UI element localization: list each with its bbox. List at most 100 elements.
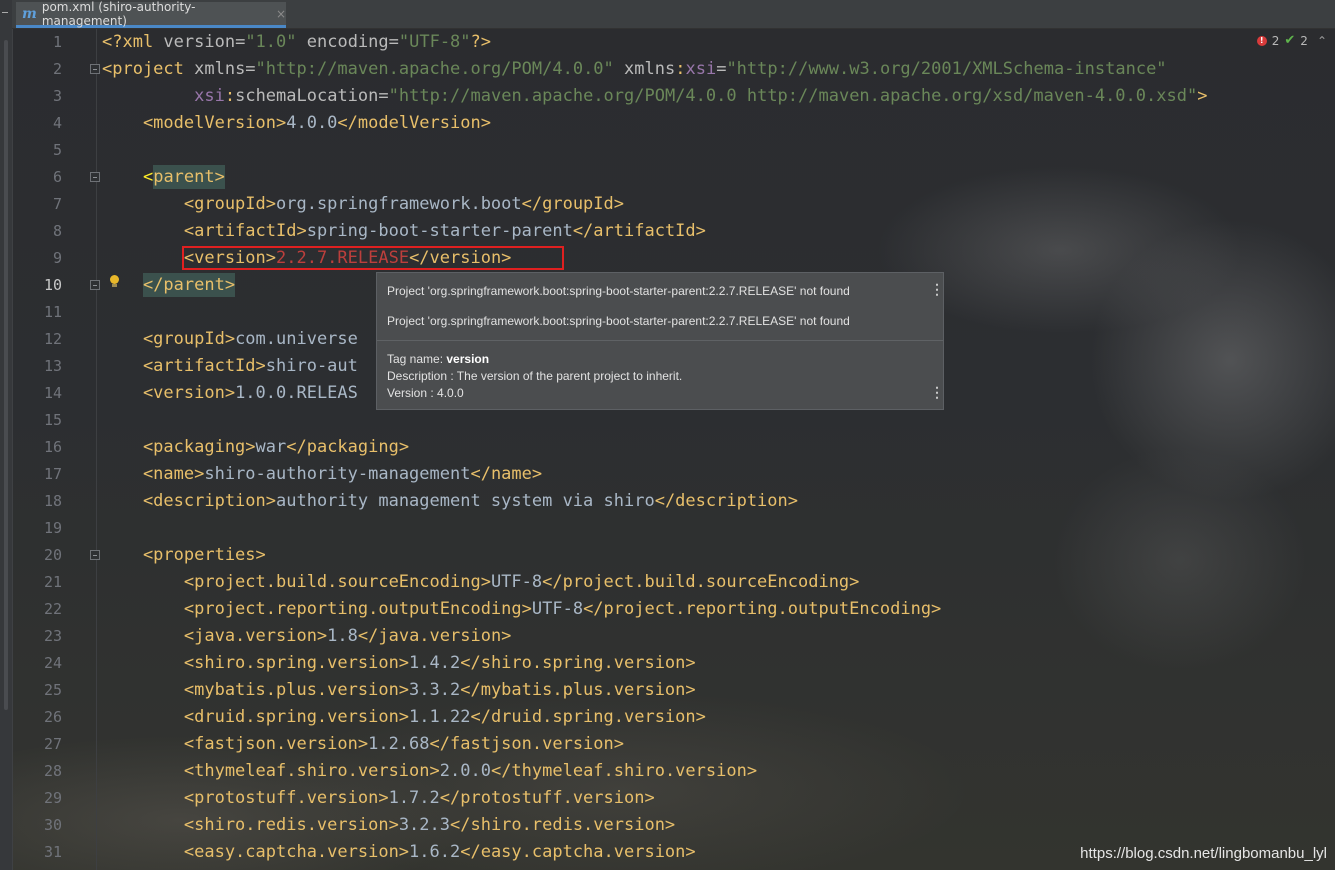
- more-vertical-icon[interactable]: ⋮: [930, 283, 934, 295]
- code-token: org.springframework.boot: [276, 194, 522, 214]
- line-number: 7: [12, 191, 62, 218]
- code-token: 4.0.0: [286, 113, 337, 133]
- line-number: 11: [12, 299, 62, 326]
- line-number: 18: [12, 488, 62, 515]
- code-token: <artifactId>: [102, 356, 266, 376]
- code-line[interactable]: <project xmlns="http://maven.apache.org/…: [102, 56, 1207, 83]
- code-token: spring-boot-starter-parent: [307, 221, 573, 241]
- line-number: 6: [12, 164, 62, 191]
- code-line[interactable]: <packaging>war</packaging>: [102, 434, 1207, 461]
- code-line[interactable]: <description>authority management system…: [102, 488, 1207, 515]
- code-token: <name>: [102, 464, 204, 484]
- error-icon: !: [1257, 36, 1267, 46]
- code-token: =: [716, 59, 726, 79]
- code-token: [614, 59, 624, 79]
- line-number: 30: [12, 812, 62, 839]
- line-number: 16: [12, 434, 62, 461]
- close-icon[interactable]: ×: [276, 7, 286, 21]
- line-number: 22: [12, 596, 62, 623]
- fold-marker-icon[interactable]: [90, 64, 100, 74]
- code-line[interactable]: [102, 137, 1207, 164]
- code-token: </protostuff.version>: [440, 788, 655, 808]
- code-line[interactable]: <modelVersion>4.0.0</modelVersion>: [102, 110, 1207, 137]
- line-number: 4: [12, 110, 62, 137]
- line-number: 17: [12, 461, 62, 488]
- code-token: <protostuff.version>: [102, 788, 389, 808]
- editor-tab-bar: m pom.xml (shiro-authority-management) ×: [12, 0, 1335, 29]
- fold-marker-icon[interactable]: [90, 172, 100, 182]
- code-line[interactable]: xsi:schemaLocation="http://maven.apache.…: [102, 83, 1207, 110]
- code-token: <version>: [102, 383, 235, 403]
- left-scrollbar[interactable]: [4, 40, 8, 710]
- chevron-up-icon[interactable]: ⌃: [1317, 34, 1327, 48]
- code-token: "http://www.w3.org/2001/XMLSchema-instan…: [726, 59, 1166, 79]
- code-line[interactable]: <druid.spring.version>1.1.22</druid.spri…: [102, 704, 1207, 731]
- code-token: [102, 275, 143, 295]
- code-token: </packaging>: [286, 437, 409, 457]
- fold-marker-icon[interactable]: [90, 280, 100, 290]
- code-token: <artifactId>: [102, 221, 307, 241]
- code-token: <project.build.sourceEncoding>: [102, 572, 491, 592]
- code-line[interactable]: <thymeleaf.shiro.version>2.0.0</thymelea…: [102, 758, 1207, 785]
- line-number: 13: [12, 353, 62, 380]
- code-token: ?>: [471, 32, 491, 52]
- line-number: 8: [12, 218, 62, 245]
- code-token: <shiro.spring.version>: [102, 653, 409, 673]
- code-token: </name>: [470, 464, 542, 484]
- code-line[interactable]: <shiro.redis.version>3.2.3</shiro.redis.…: [102, 812, 1207, 839]
- code-token: 1.7.2: [389, 788, 440, 808]
- code-line[interactable]: <properties>: [102, 542, 1207, 569]
- code-line[interactable]: <easy.captcha.version>1.6.2</easy.captch…: [102, 839, 1207, 866]
- line-number: 27: [12, 731, 62, 758]
- line-number-gutter[interactable]: 1234567891011121314151617181920212223242…: [12, 29, 97, 870]
- line-number: 10: [12, 272, 62, 299]
- tooltip-version: Version : 4.0.0: [387, 386, 464, 400]
- line-number: 9: [12, 245, 62, 272]
- code-line[interactable]: <groupId>org.springframework.boot</group…: [102, 191, 1207, 218]
- code-line[interactable]: <fastjson.version>1.2.68</fastjson.versi…: [102, 731, 1207, 758]
- code-token: war: [256, 437, 287, 457]
- code-line[interactable]: <parent>: [102, 164, 1207, 191]
- code-token: "http://maven.apache.org/POM/4.0.0 http:…: [389, 86, 1198, 106]
- code-line[interactable]: <mybatis.plus.version>3.3.2</mybatis.plu…: [102, 677, 1207, 704]
- code-line[interactable]: [102, 407, 1207, 434]
- code-token: <druid.spring.version>: [102, 707, 409, 727]
- line-number: 3: [12, 83, 62, 110]
- check-count: 2: [1300, 34, 1308, 48]
- code-editor[interactable]: <?xml version="1.0" encoding="UTF-8"?><p…: [102, 29, 1207, 866]
- code-token: :: [225, 86, 235, 106]
- code-line[interactable]: <project.build.sourceEncoding>UTF-8</pro…: [102, 569, 1207, 596]
- line-number: 1: [12, 29, 62, 56]
- code-line[interactable]: <name>shiro-authority-management</name>: [102, 461, 1207, 488]
- fold-marker-icon[interactable]: [90, 550, 100, 560]
- code-line[interactable]: <?xml version="1.0" encoding="UTF-8"?>: [102, 29, 1207, 56]
- code-token: shiro-authority-management: [204, 464, 470, 484]
- code-line[interactable]: <protostuff.version>1.7.2</protostuff.ve…: [102, 785, 1207, 812]
- code-token: <fastjson.version>: [102, 734, 368, 754]
- more-vertical-icon[interactable]: ⋮: [930, 386, 934, 398]
- code-token: version=: [163, 32, 245, 52]
- tooltip-tag-name: Tag name: version: [387, 352, 489, 366]
- code-line[interactable]: <project.reporting.outputEncoding>UTF-8<…: [102, 596, 1207, 623]
- strip-minus-mark: [2, 12, 8, 13]
- code-line[interactable]: <shiro.spring.version>1.4.2</shiro.sprin…: [102, 650, 1207, 677]
- code-token: <easy.captcha.version>: [102, 842, 409, 862]
- line-number: 14: [12, 380, 62, 407]
- line-number: 25: [12, 677, 62, 704]
- line-number: 2: [12, 56, 62, 83]
- code-token: </modelVersion>: [337, 113, 491, 133]
- inspection-widget[interactable]: ! 2 ✔ 2 ⌃: [1257, 33, 1327, 48]
- line-number: 23: [12, 623, 62, 650]
- code-line[interactable]: [102, 515, 1207, 542]
- code-line[interactable]: <java.version>1.8</java.version>: [102, 623, 1207, 650]
- code-token: 3.2.3: [399, 815, 450, 835]
- code-token: <java.version>: [102, 626, 327, 646]
- tab-pom-xml[interactable]: m pom.xml (shiro-authority-management) ×: [16, 2, 286, 28]
- code-line[interactable]: <artifactId>spring-boot-starter-parent</…: [102, 218, 1207, 245]
- code-token: </java.version>: [358, 626, 512, 646]
- line-number: 31: [12, 839, 62, 866]
- tooltip-description: Description : The version of the parent …: [387, 369, 682, 383]
- code-token: "UTF-8": [399, 32, 471, 52]
- line-number: 29: [12, 785, 62, 812]
- code-token: com.universe: [235, 329, 358, 349]
